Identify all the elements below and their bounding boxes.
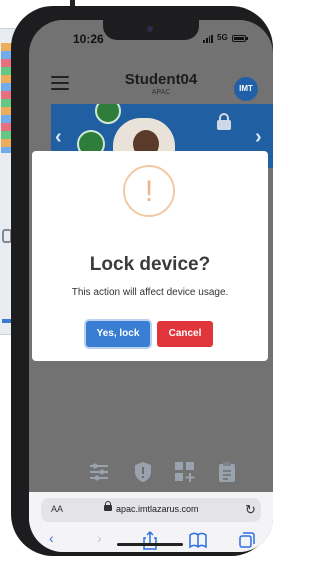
clipboard-icon[interactable] bbox=[215, 460, 239, 484]
bookmarks-icon[interactable] bbox=[189, 530, 207, 550]
confirm-lock-button[interactable]: Yes, lock bbox=[86, 321, 150, 347]
dialog-message: This action will affect device usage. bbox=[71, 287, 229, 298]
page-subtitle: APAC bbox=[151, 89, 171, 96]
lock-icon bbox=[217, 113, 231, 130]
app-header: Student04 APAC IMT bbox=[29, 58, 273, 104]
tabs-icon[interactable] bbox=[239, 530, 255, 550]
share-icon[interactable] bbox=[142, 530, 158, 550]
battery-cap bbox=[246, 37, 248, 40]
battery-icon bbox=[232, 35, 246, 42]
notch bbox=[103, 20, 199, 40]
carousel-next-button[interactable]: › bbox=[255, 126, 262, 149]
signal-icon bbox=[203, 35, 213, 43]
carousel-prev-button[interactable]: ‹ bbox=[55, 126, 62, 149]
warning-icon: ! bbox=[123, 165, 175, 217]
avatar[interactable]: IMT bbox=[234, 77, 258, 101]
home-indicator bbox=[117, 543, 183, 546]
forward-icon: › bbox=[97, 530, 102, 546]
status-time: 10:26 bbox=[73, 32, 104, 46]
dashboard-toolbar bbox=[29, 460, 273, 490]
sliders-icon[interactable] bbox=[87, 460, 111, 484]
text-size-button[interactable]: AA bbox=[51, 504, 63, 514]
lock-icon bbox=[104, 501, 112, 511]
globe-icon bbox=[95, 104, 121, 124]
cancel-button[interactable]: Cancel bbox=[157, 321, 213, 347]
camera-dot bbox=[147, 26, 153, 32]
page-title: Student04 bbox=[124, 71, 198, 88]
address-bar[interactable]: AA apac.imtlazarus.com ↻ bbox=[41, 498, 261, 522]
dialog-title: Lock device? bbox=[89, 254, 211, 275]
back-icon[interactable]: ‹ bbox=[49, 530, 54, 550]
network-type: 5G bbox=[217, 33, 228, 42]
add-grid-icon[interactable] bbox=[173, 460, 197, 484]
shield-icon[interactable] bbox=[131, 460, 155, 484]
url-text[interactable]: apac.imtlazarus.com bbox=[116, 504, 199, 514]
lock-device-dialog: ! Lock device? This action will affect d… bbox=[32, 151, 268, 361]
menu-icon[interactable] bbox=[51, 76, 69, 90]
reload-icon[interactable]: ↻ bbox=[245, 502, 256, 518]
